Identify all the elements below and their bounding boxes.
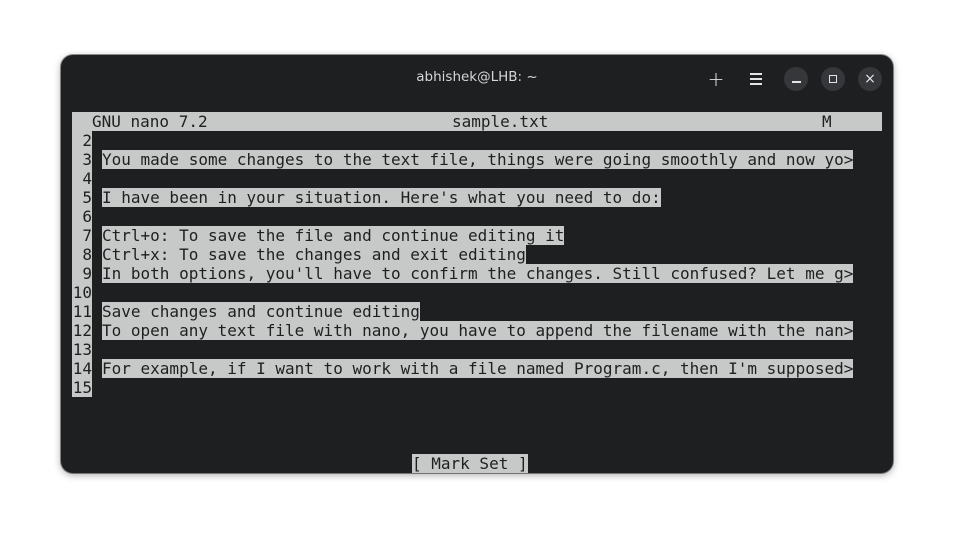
close-icon: × bbox=[864, 71, 876, 87]
editor-line[interactable]: 11 Save changes and continue editing bbox=[72, 302, 882, 321]
line-number: 3 bbox=[72, 150, 92, 169]
line-number: 5 bbox=[72, 188, 92, 207]
line-text: Ctrl+x: To save the changes and exit edi… bbox=[102, 245, 526, 264]
new-tab-button[interactable]: + bbox=[704, 67, 728, 91]
window-title: abhishek@LHB: ~ bbox=[416, 69, 538, 85]
editor-line[interactable]: 7 Ctrl+o: To save the file and continue e… bbox=[72, 226, 882, 245]
line-text: Ctrl+o: To save the file and continue ed… bbox=[102, 226, 565, 245]
line-number: 7 bbox=[72, 226, 92, 245]
line-number: 2 bbox=[72, 131, 92, 150]
editor-line[interactable]: 9 In both options, you'll have to confirm… bbox=[72, 264, 882, 283]
line-number: 11 bbox=[72, 302, 92, 321]
editor-line[interactable]: 8 Ctrl+x: To save the changes and exit ed… bbox=[72, 245, 882, 264]
line-text: To open any text file with nano, you hav… bbox=[102, 321, 854, 340]
modified-flag: M bbox=[822, 112, 832, 131]
maximize-icon bbox=[829, 75, 837, 83]
editor-line[interactable]: 6 bbox=[72, 207, 882, 226]
maximize-button[interactable] bbox=[821, 67, 845, 91]
line-number: 10 bbox=[72, 283, 92, 302]
title-bar: abhishek@LHB: ~ + × bbox=[61, 55, 893, 101]
line-number: 8 bbox=[72, 245, 92, 264]
line-number: 6 bbox=[72, 207, 92, 226]
minimize-icon bbox=[791, 81, 801, 83]
editor-line[interactable]: 3 You made some changes to the text file,… bbox=[72, 150, 882, 169]
line-text: Save changes and continue editing bbox=[102, 302, 420, 321]
editor-line[interactable]: 13 bbox=[72, 340, 882, 359]
hamburger-icon bbox=[750, 73, 762, 75]
line-number: 4 bbox=[72, 169, 92, 188]
editor-line[interactable]: 14 For example, if I want to work with a … bbox=[72, 359, 882, 378]
line-number: 13 bbox=[72, 340, 92, 359]
menu-button[interactable] bbox=[744, 67, 768, 91]
line-number: 14 bbox=[72, 359, 92, 378]
close-button[interactable]: × bbox=[858, 67, 882, 91]
editor-line[interactable]: 2 bbox=[72, 131, 882, 150]
file-name: sample.txt bbox=[452, 112, 549, 131]
editor-line[interactable]: 10 bbox=[72, 283, 882, 302]
line-text: For example, if I want to work with a fi… bbox=[102, 359, 854, 378]
line-text: You made some changes to the text file, … bbox=[102, 150, 854, 169]
editor-line[interactable]: 12 To open any text file with nano, you h… bbox=[72, 321, 882, 340]
terminal-window: abhishek@LHB: ~ + × GNU nano 7.2 sample.… bbox=[61, 55, 893, 473]
line-number: 9 bbox=[72, 264, 92, 283]
hamburger-icon-line bbox=[750, 78, 762, 80]
minimize-button[interactable] bbox=[784, 67, 808, 91]
plus-icon: + bbox=[707, 67, 725, 91]
nano-header: GNU nano 7.2 sample.txt M bbox=[72, 112, 882, 131]
editor-line[interactable]: 5 I have been in your situation. Here's w… bbox=[72, 188, 882, 207]
nano-version: GNU nano 7.2 bbox=[92, 112, 208, 131]
line-text: In both options, you'll have to confirm … bbox=[102, 264, 854, 283]
editor-line[interactable]: 4 bbox=[72, 169, 882, 188]
hamburger-icon-line bbox=[750, 83, 762, 85]
line-number: 12 bbox=[72, 321, 92, 340]
status-message: [ Mark Set ] bbox=[412, 454, 528, 473]
line-text: I have been in your situation. Here's wh… bbox=[102, 188, 661, 207]
editor-line[interactable]: 15 bbox=[72, 378, 882, 397]
line-number: 15 bbox=[72, 378, 92, 397]
